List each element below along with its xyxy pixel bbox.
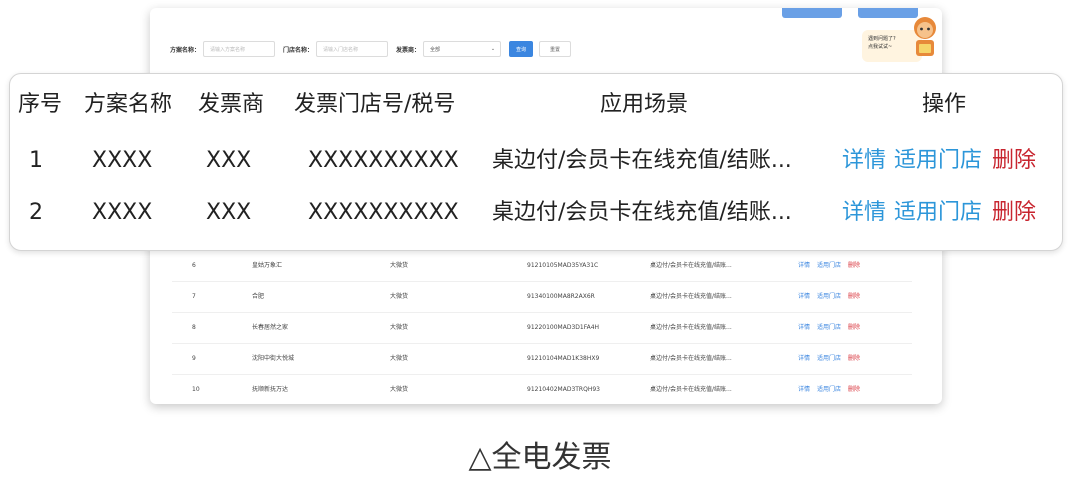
table-row: 7 合肥 大微货 91340100MA8R2AX6R 桌边付/会员卡在线充值/结账...…	[172, 282, 912, 313]
mascot-icon[interactable]	[910, 14, 940, 60]
bg-row-scheme-name: 沈阳中街大悦城	[252, 355, 295, 362]
header-scheme-name: 方案名称	[84, 92, 173, 117]
header-store-tax: 发票门店号/税号	[294, 92, 456, 117]
row1-store-tax: XXXXXXXXXX	[308, 148, 459, 173]
table-row: 6 皇姑万象汇 大微货 91210105MAD35YA31C 桌边付/会员卡在线充值/结…	[172, 251, 912, 282]
bg-row-issuer: 大微货	[390, 262, 409, 269]
figure-caption: △全电发票	[468, 440, 612, 475]
row1-issuer: XXX	[206, 148, 252, 173]
bg-row-stores-link[interactable]: 适用门店	[817, 313, 841, 343]
row2-scheme-name: XXXX	[92, 200, 153, 225]
bg-row-tax-number: 91210104MAD1K38HX9	[527, 355, 600, 362]
chevron-down-icon: ⌄	[490, 46, 496, 52]
query-button[interactable]: 查询	[509, 41, 534, 57]
store-name-label: 门店名称：	[283, 46, 314, 54]
bg-row-tax-number: 91210402MAD3TRQH93	[527, 386, 600, 393]
bg-row-scene: 桌边付/会员卡在线充值/结账...	[650, 324, 732, 331]
bg-row-tax-number: 91210105MAD35YA31C	[527, 262, 599, 269]
bg-row-delete-link[interactable]: 删除	[848, 313, 860, 343]
row2-index: 2	[29, 200, 43, 225]
bg-row-scene: 桌边付/会员卡在线充值/结账...	[650, 355, 732, 362]
filter-bar: 方案名称： 请输入方案名称 门店名称： 请输入门店名称 发票商： 全部 ⌄ 查询…	[170, 38, 572, 60]
bg-row-stores-link[interactable]: 适用门店	[817, 375, 841, 404]
bg-row-delete-link[interactable]: 删除	[848, 375, 860, 404]
bg-row-scene: 桌边付/会员卡在线充值/结账...	[650, 386, 732, 393]
row2-issuer: XXX	[206, 200, 252, 225]
bg-row-issuer: 大微货	[390, 293, 409, 300]
header-issuer: 发票商	[198, 92, 265, 117]
top-action-button-2[interactable]	[858, 8, 918, 18]
table-row: 9 沈阳中街大悦城 大微货 91210104MAD1K38HX9 桌边付/会员卡在线充值…	[172, 344, 912, 375]
row1-delete-link[interactable]: 删除	[992, 147, 1036, 175]
bg-row-tax-number: 91220100MAD3D1FA4H	[527, 324, 600, 331]
row1-detail-link[interactable]: 详情	[842, 147, 886, 175]
store-name-placeholder: 请输入门店名称	[323, 46, 359, 53]
bg-row-issuer: 大微货	[390, 355, 409, 362]
bg-row-detail-link[interactable]: 详情	[798, 282, 810, 312]
bg-row-stores-link[interactable]: 适用门店	[817, 282, 841, 312]
row1-scene: 桌边付/会员卡在线充值/结账...	[492, 148, 792, 173]
top-action-button[interactable]	[782, 8, 842, 18]
row1-index: 1	[29, 148, 43, 173]
help-bubble-line1: 遇到问题了?	[868, 36, 896, 42]
reset-button[interactable]: 重置	[539, 41, 572, 57]
bg-row-delete-link[interactable]: 删除	[848, 251, 860, 281]
bg-row-detail-link[interactable]: 详情	[798, 344, 810, 374]
bg-row-issuer: 大微货	[390, 324, 409, 331]
scheme-name-label: 方案名称：	[170, 46, 201, 54]
issuer-label: 发票商：	[396, 46, 421, 54]
header-operations: 操作	[922, 92, 967, 117]
scheme-name-placeholder: 请输入方案名称	[210, 46, 246, 53]
row2-detail-link[interactable]: 详情	[842, 199, 886, 227]
issuer-select-value: 全部	[430, 46, 441, 53]
bg-row-index: 7	[192, 293, 196, 300]
row2-store-tax: XXXXXXXXXX	[308, 200, 459, 225]
bg-row-scheme-name: 合肥	[252, 293, 265, 300]
bg-row-detail-link[interactable]: 详情	[798, 313, 810, 343]
bg-row-detail-link[interactable]: 详情	[798, 251, 810, 281]
help-bubble-line2: 点我试试~	[868, 44, 893, 50]
row1-scheme-name: XXXX	[92, 148, 153, 173]
table-row: 10 抚顺新抚万达 大微货 91210402MAD3TRQH93 桌边付/会员卡在线充值…	[172, 375, 912, 404]
row1-stores-link[interactable]: 适用门店	[894, 147, 982, 175]
row2-scene: 桌边付/会员卡在线充值/结账...	[492, 200, 792, 225]
bg-row-delete-link[interactable]: 删除	[848, 282, 860, 312]
bg-row-detail-link[interactable]: 详情	[798, 375, 810, 404]
header-scene: 应用场景	[600, 92, 689, 117]
issuer-select[interactable]: 全部 ⌄	[423, 41, 502, 57]
bg-row-stores-link[interactable]: 适用门店	[817, 344, 841, 374]
bg-row-issuer: 大微货	[390, 386, 409, 393]
bg-row-scene: 桌边付/会员卡在线充值/结账...	[650, 293, 732, 300]
bg-row-scene: 桌边付/会员卡在线充值/结账...	[650, 262, 732, 269]
bg-row-scheme-name: 皇姑万象汇	[252, 262, 283, 269]
bg-row-index: 8	[192, 324, 196, 331]
table-row: 8 长春居然之家 大微货 91220100MAD3D1FA4H 桌边付/会员卡在线充值/…	[172, 313, 912, 344]
bg-row-stores-link[interactable]: 适用门店	[817, 251, 841, 281]
bg-row-index: 10	[192, 386, 200, 393]
bg-row-scheme-name: 抚顺新抚万达	[252, 386, 289, 393]
row2-delete-link[interactable]: 删除	[992, 199, 1036, 227]
bg-row-tax-number: 91340100MA8R2AX6R	[527, 293, 595, 300]
bg-row-index: 6	[192, 262, 196, 269]
bg-row-index: 9	[192, 355, 196, 362]
header-index: 序号	[18, 92, 63, 117]
scheme-name-input[interactable]: 请输入方案名称	[203, 41, 276, 57]
bg-row-scheme-name: 长春居然之家	[252, 324, 289, 331]
bg-row-delete-link[interactable]: 删除	[848, 344, 860, 374]
invoice-scheme-table-zoom: 序号 方案名称 发票商 发票门店号/税号 应用场景 操作 1 XXXX XXX …	[9, 73, 1063, 251]
row2-stores-link[interactable]: 适用门店	[894, 199, 982, 227]
store-name-input[interactable]: 请输入门店名称	[316, 41, 389, 57]
